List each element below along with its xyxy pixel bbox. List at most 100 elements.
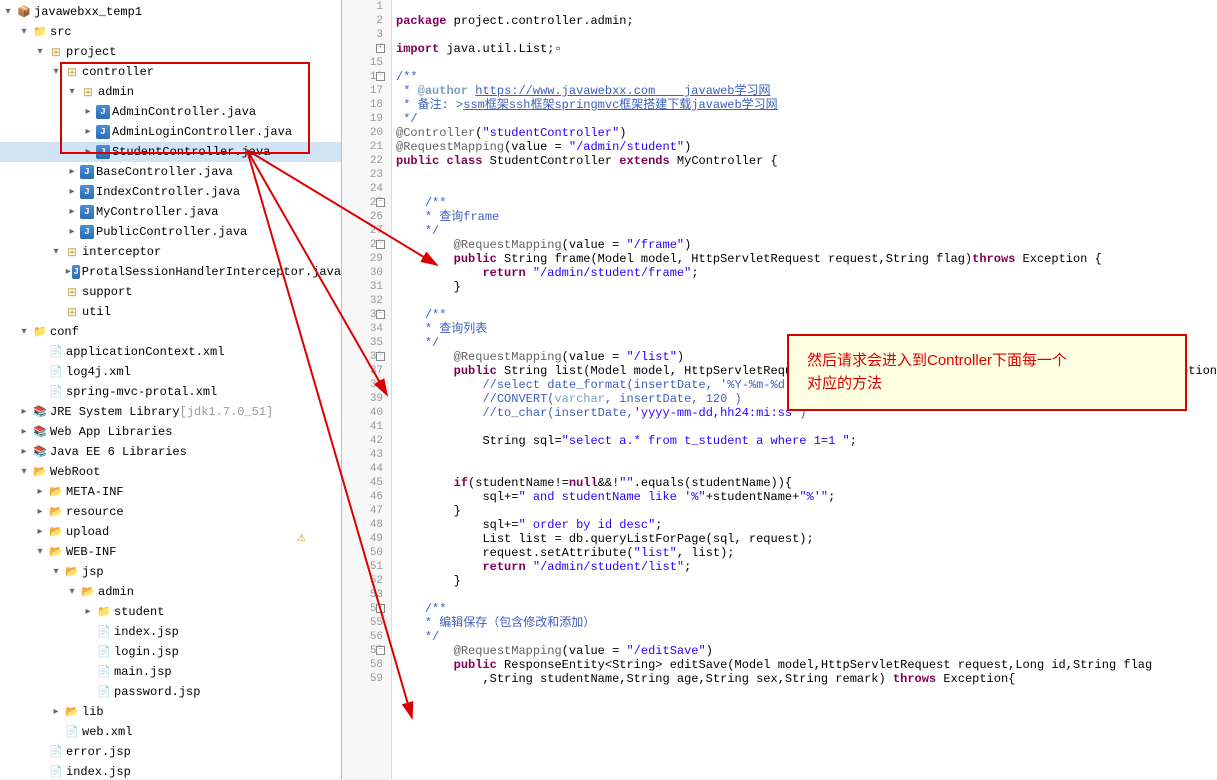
tree-toggle[interactable]: ▾ [64, 586, 80, 598]
tree-item-upload[interactable]: ▸upload [0, 522, 341, 542]
code-line[interactable]: * @author https://www.javawebxx.com java… [392, 84, 1217, 98]
tree-item-conf[interactable]: ▾conf [0, 322, 341, 342]
code-line[interactable] [392, 168, 1217, 182]
tree-toggle[interactable]: ▸ [16, 406, 32, 418]
tree-item-interceptor[interactable]: ▾interceptor [0, 242, 341, 262]
code-line[interactable] [392, 588, 1217, 602]
tree-item-index-jsp[interactable]: index.jsp [0, 762, 341, 779]
tree-toggle[interactable]: ▾ [0, 6, 16, 18]
code-line[interactable]: request.setAttribute("list", list); [392, 546, 1217, 560]
code-line[interactable]: return "/admin/student/frame"; [392, 266, 1217, 280]
tree-item-jsp[interactable]: ▾jsp [0, 562, 341, 582]
tree-item-student[interactable]: ▸student [0, 602, 341, 622]
tree-toggle[interactable]: ▸ [16, 426, 32, 438]
tree-toggle[interactable]: ▾ [48, 566, 64, 578]
tree-item-protalsessionhandlerinterceptor-java[interactable]: ▸ProtalSessionHandlerInterceptor.java [0, 262, 341, 282]
code-line[interactable]: */ [392, 112, 1217, 126]
tree-item-password-jsp[interactable]: password.jsp [0, 682, 341, 702]
tree-item-log4j-xml[interactable]: log4j.xml [0, 362, 341, 382]
code-line[interactable]: if(studentName!=null&&!"".equals(student… [392, 476, 1217, 490]
code-line[interactable] [392, 294, 1217, 308]
tree-item-spring-mvc-protal-xml[interactable]: spring-mvc-protal.xml [0, 382, 341, 402]
tree-item-applicationcontext-xml[interactable]: applicationContext.xml [0, 342, 341, 362]
tree-toggle[interactable]: ▾ [64, 86, 80, 98]
tree-item-project[interactable]: ▾project [0, 42, 341, 62]
tree-item-resource[interactable]: ▸resource [0, 502, 341, 522]
code-line[interactable]: import java.util.List;▫ [392, 42, 1217, 56]
tree-item-jre-system-library[interactable]: ▸JRE System Library [jdk1.7.0_51] [0, 402, 341, 422]
tree-toggle[interactable]: ▾ [48, 246, 64, 258]
code-line[interactable]: public ResponseEntity<String> editSave(M… [392, 658, 1217, 672]
tree-item-util[interactable]: util [0, 302, 341, 322]
tree-item-web-app-libraries[interactable]: ▸Web App Libraries [0, 422, 341, 442]
code-line[interactable]: } [392, 574, 1217, 588]
tree-toggle[interactable]: ▸ [32, 526, 48, 538]
tree-item-javawebxx-temp1[interactable]: ▾javawebxx_temp1 [0, 2, 341, 22]
tree-item-web-xml[interactable]: web.xml [0, 722, 341, 742]
tree-item-web-inf[interactable]: ▾WEB-INF [0, 542, 341, 562]
fold-marker-icon[interactable]: − [376, 646, 385, 655]
tree-toggle[interactable]: ▸ [16, 446, 32, 458]
code-line[interactable]: String sql="select a.* from t_student a … [392, 434, 1217, 448]
code-line[interactable]: @Controller("studentController") [392, 126, 1217, 140]
code-line[interactable]: * 查询frame [392, 210, 1217, 224]
tree-item-admin[interactable]: ▾admin [0, 82, 341, 102]
tree-toggle[interactable]: ▾ [32, 46, 48, 58]
code-line[interactable]: public String frame(Model model, HttpSer… [392, 252, 1217, 266]
code-line[interactable]: return "/admin/student/list"; [392, 560, 1217, 574]
code-line[interactable] [392, 0, 1217, 14]
tree-item-webroot[interactable]: ▾WebRoot [0, 462, 341, 482]
code-line[interactable]: @RequestMapping(value = "/editSave") [392, 644, 1217, 658]
fold-marker-icon[interactable]: − [376, 352, 385, 361]
tree-item-index-jsp[interactable]: index.jsp [0, 622, 341, 642]
tree-item-publiccontroller-java[interactable]: ▸PublicController.java [0, 222, 341, 242]
code-line[interactable]: package project.controller.admin; [392, 14, 1217, 28]
code-line[interactable]: List list = db.queryListForPage(sql, req… [392, 532, 1217, 546]
tree-item-controller[interactable]: ▾controller [0, 62, 341, 82]
tree-item-admin[interactable]: ▾admin [0, 582, 341, 602]
code-line[interactable]: } [392, 280, 1217, 294]
code-line[interactable] [392, 462, 1217, 476]
fold-marker-icon[interactable]: − [376, 198, 385, 207]
code-line[interactable] [392, 448, 1217, 462]
tree-toggle[interactable]: ▸ [80, 146, 96, 158]
tree-toggle[interactable]: ▾ [16, 466, 32, 478]
code-line[interactable]: */ [392, 224, 1217, 238]
code-line[interactable]: } [392, 504, 1217, 518]
tree-item-studentcontroller-java[interactable]: ▸StudentController.java [0, 142, 341, 162]
code-line[interactable] [392, 182, 1217, 196]
tree-toggle[interactable]: ▾ [16, 326, 32, 338]
code-line[interactable]: /** [392, 70, 1217, 84]
tree-toggle[interactable]: ▸ [64, 166, 80, 178]
tree-item-meta-inf[interactable]: ▸META-INF [0, 482, 341, 502]
code-line[interactable] [392, 420, 1217, 434]
tree-item-error-jsp[interactable]: error.jsp [0, 742, 341, 762]
tree-toggle[interactable]: ▸ [32, 506, 48, 518]
tree-toggle[interactable]: ▸ [64, 266, 72, 278]
fold-marker-icon[interactable]: − [376, 310, 385, 319]
tree-toggle[interactable]: ▸ [48, 706, 64, 718]
code-line[interactable]: * 编辑保存（包含修改和添加） [392, 616, 1217, 630]
fold-marker-icon[interactable]: − [376, 240, 385, 249]
tree-toggle[interactable]: ▸ [80, 126, 96, 138]
project-explorer[interactable]: ▾javawebxx_temp1▾src▾project▾controller▾… [0, 0, 342, 779]
tree-item-java-ee-6-libraries[interactable]: ▸Java EE 6 Libraries [0, 442, 341, 462]
tree-toggle[interactable]: ▸ [80, 606, 96, 618]
code-line[interactable] [392, 56, 1217, 70]
code-line[interactable]: sql+=" and studentName like '%"+studentN… [392, 490, 1217, 504]
code-line[interactable]: */ [392, 630, 1217, 644]
code-line[interactable]: /** [392, 602, 1217, 616]
tree-toggle[interactable]: ▸ [32, 486, 48, 498]
fold-marker-icon[interactable]: − [376, 604, 385, 613]
code-line[interactable]: /** [392, 196, 1217, 210]
code-line[interactable]: * 备注: >ssm框架ssh框架springmvc框架搭建下载javaweb学… [392, 98, 1217, 112]
tree-item-support[interactable]: support [0, 282, 341, 302]
tree-item-src[interactable]: ▾src [0, 22, 341, 42]
tree-item-mycontroller-java[interactable]: ▸MyController.java [0, 202, 341, 222]
code-line[interactable]: sql+=" order by id desc"; [392, 518, 1217, 532]
code-editor[interactable]: 1234+1516−171819202122232425−262728−2930… [342, 0, 1217, 779]
tree-toggle[interactable]: ▸ [80, 106, 96, 118]
fold-marker-icon[interactable]: − [376, 72, 385, 81]
tree-item-login-jsp[interactable]: login.jsp [0, 642, 341, 662]
tree-item-admincontroller-java[interactable]: ▸AdminController.java [0, 102, 341, 122]
